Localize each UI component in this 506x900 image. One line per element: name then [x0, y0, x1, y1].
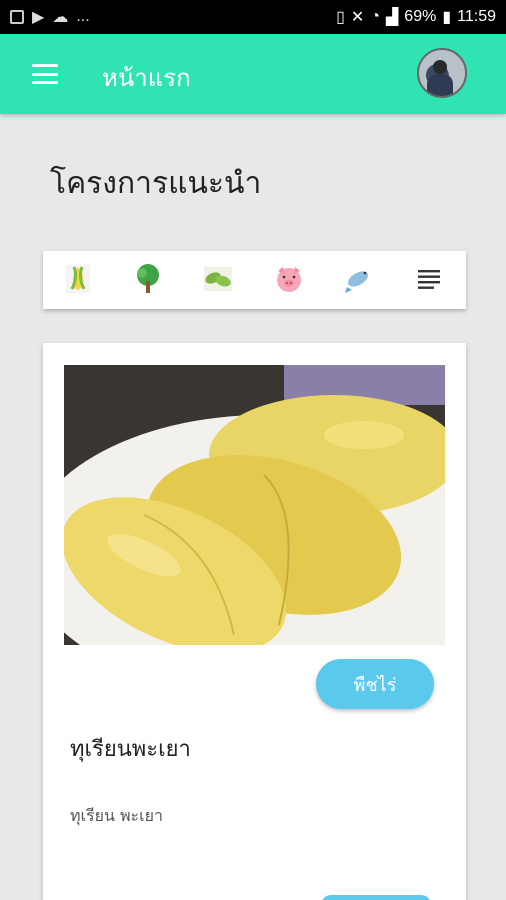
- page-title: หน้าแรก: [102, 64, 191, 92]
- cloud-icon: ☁: [52, 9, 69, 26]
- avatar[interactable]: [417, 48, 467, 98]
- app-bar: หน้าแรก: [0, 34, 506, 114]
- project-description: ทุเรียน พะเยา: [70, 806, 163, 825]
- mute-icon: ✕: [350, 9, 365, 26]
- menu-icon[interactable]: [32, 64, 58, 84]
- category-bar: [43, 251, 466, 309]
- project-title: ทุเรียนพะเยา: [70, 737, 191, 762]
- durian-image: [64, 365, 445, 645]
- fish-icon[interactable]: [341, 261, 377, 297]
- category-tag-button[interactable]: พืชไร่: [316, 659, 434, 709]
- signal-icon: ▟: [385, 9, 399, 26]
- wifi-icon: ◔: [370, 8, 380, 25]
- status-notifications: ▶ ☁ ...: [10, 7, 90, 27]
- herb-leaves-icon[interactable]: [200, 261, 236, 297]
- status-bar: ▶ ☁ ... ▯ ✕ ◔ ▟ 69% ▮ 11:59: [0, 0, 506, 34]
- vibrate-icon: ▯: [336, 9, 345, 26]
- battery-icon: ▮: [442, 9, 452, 26]
- status-system: ▯ ✕ ◔ ▟ 69% ▮ 11:59: [336, 7, 496, 27]
- status-more-dots: ...: [76, 8, 90, 25]
- battery-percent: 69%: [404, 8, 437, 25]
- play-icon: ▶: [32, 9, 45, 26]
- gallery-icon: [10, 10, 24, 24]
- card-action-button[interactable]: [321, 895, 431, 900]
- project-card[interactable]: พืชไร่ ทุเรียนพะเยา ทุเรียน พะเยา: [43, 343, 466, 900]
- corn-icon[interactable]: [60, 261, 96, 297]
- tree-icon[interactable]: [130, 261, 166, 297]
- list-menu-icon[interactable]: [411, 261, 447, 297]
- status-time: 11:59: [457, 8, 496, 25]
- section-title: โครงการแนะนำ: [50, 166, 262, 201]
- pig-icon[interactable]: [271, 261, 307, 297]
